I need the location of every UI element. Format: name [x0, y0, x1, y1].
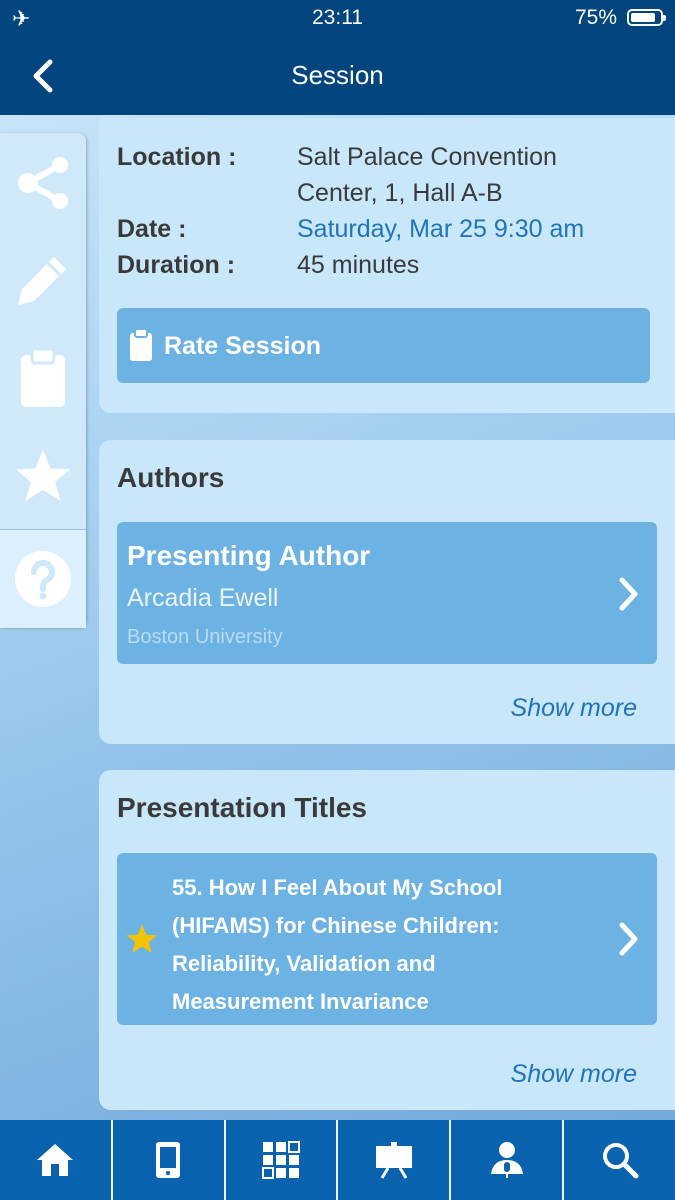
date-label: Date : [117, 215, 187, 243]
battery-percentage: 75% [574, 6, 617, 29]
share-icon [18, 157, 68, 209]
tab-qr-code[interactable] [223, 1120, 337, 1200]
star-icon [15, 449, 71, 501]
location-label: Location : [117, 143, 237, 171]
presentations-show-more-link[interactable]: Show more [511, 1060, 637, 1089]
tab-search[interactable] [562, 1120, 675, 1200]
status-bar: ✈ 23:11 75% [0, 0, 675, 38]
battery-icon [627, 9, 666, 26]
edit-button[interactable] [0, 231, 86, 329]
search-icon [602, 1143, 639, 1179]
page-title: Session [291, 60, 384, 90]
mobile-device-icon [156, 1142, 181, 1178]
presentation-title-line1: 55. How I Feel About My School [172, 875, 503, 900]
author-name: Arcadia Ewell [127, 584, 279, 612]
clipboard-icon [130, 328, 152, 361]
speaker-icon [490, 1142, 523, 1178]
help-icon [15, 551, 71, 607]
session-details-card: Location : Salt Palace Convention Center… [99, 118, 675, 413]
home-icon [37, 1144, 74, 1176]
authors-card: Authors Presenting Author Arcadia Ewell … [99, 440, 675, 744]
presentation-row[interactable]: 55. How I Feel About My School (HIFAMS) … [117, 853, 657, 1025]
duration-value: 45 minutes [297, 251, 420, 279]
location-value-line1: Salt Palace Convention [297, 143, 557, 171]
tab-speakers[interactable] [449, 1120, 562, 1200]
chevron-right-icon [619, 577, 638, 611]
share-button[interactable] [0, 133, 86, 231]
presentation-title-line4: Measurement Invariance [172, 989, 429, 1014]
help-button[interactable] [0, 529, 86, 628]
tab-home[interactable] [0, 1120, 111, 1200]
clipboard-button[interactable] [0, 329, 86, 427]
presentation-title-line2: (HIFAMS) for Chinese Children: [172, 913, 500, 938]
author-role: Presenting Author [127, 540, 371, 571]
tab-bar [0, 1120, 675, 1200]
presentation-titles-card: Presentation Titles 55. How I Feel About… [99, 770, 675, 1110]
chevron-right-icon [619, 922, 638, 956]
tab-mobile[interactable] [110, 1120, 224, 1200]
favorite-button[interactable] [0, 427, 86, 525]
pencil-icon [18, 257, 66, 305]
action-sidebar [0, 133, 86, 628]
rate-session-label: Rate Session [164, 332, 322, 360]
presentation-easel-icon [375, 1142, 412, 1179]
duration-label: Duration : [117, 251, 236, 279]
authors-heading: Authors [117, 462, 225, 493]
tab-presentations[interactable] [336, 1120, 449, 1200]
rate-session-button[interactable]: Rate Session [117, 308, 650, 383]
navigation-bar: Session [0, 38, 675, 115]
qr-code-icon [262, 1141, 301, 1179]
clipboard-icon [21, 347, 65, 407]
location-value-line2: Center, 1, Hall A-B [297, 179, 503, 207]
presenting-author-row[interactable]: Presenting Author Arcadia Ewell Boston U… [117, 522, 657, 664]
status-time: 23:11 [312, 6, 363, 29]
date-link[interactable]: Saturday, Mar 25 9:30 am [297, 215, 584, 244]
star-icon [126, 924, 158, 953]
authors-show-more-link[interactable]: Show more [511, 694, 637, 723]
presentation-title-line3: Reliability, Validation and [172, 951, 436, 976]
author-affiliation: Boston University [127, 626, 283, 648]
presentation-titles-heading: Presentation Titles [117, 792, 368, 823]
